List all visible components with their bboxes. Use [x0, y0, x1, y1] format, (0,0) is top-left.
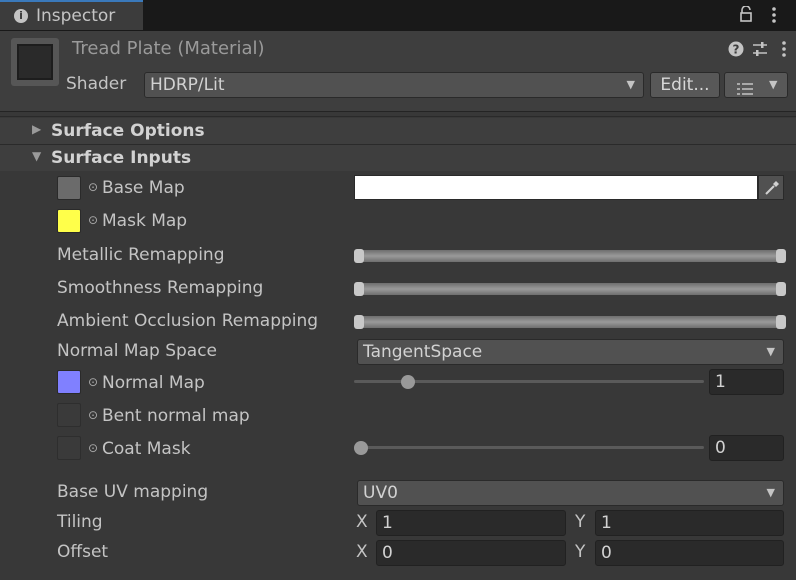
- shader-dropdown[interactable]: HDRP/Lit ▼: [144, 72, 644, 98]
- slider-track: [354, 446, 704, 449]
- offset-y-label: Y: [575, 542, 586, 562]
- chevron-down-icon: ▼: [766, 486, 775, 499]
- object-picker-icon[interactable]: ⊙: [88, 180, 98, 194]
- mask-map-label: Mask Map: [102, 211, 188, 231]
- smoothness-remapping-label: Smoothness Remapping: [57, 278, 264, 298]
- foldout-label: Surface Options: [51, 121, 205, 141]
- base-uv-mapping-label: Base UV mapping: [57, 482, 209, 502]
- chevron-down-icon: ▼: [769, 78, 778, 91]
- base-uv-mapping-dropdown[interactable]: UV0 ▼: [357, 480, 784, 506]
- help-icon[interactable]: ?: [728, 41, 744, 57]
- normal-map-space-label: Normal Map Space: [57, 341, 217, 361]
- bent-normal-texture-slot[interactable]: [57, 403, 81, 427]
- divider: [0, 116, 796, 117]
- normal-map-space-value: TangentSpace: [363, 342, 483, 362]
- object-picker-icon[interactable]: ⊙: [88, 375, 98, 389]
- chevron-down-icon: ▼: [766, 345, 775, 358]
- info-icon: i: [14, 9, 28, 23]
- base-map-label: Base Map: [102, 178, 185, 198]
- coat-mask-label: Coat Mask: [102, 439, 191, 459]
- svg-text:?: ?: [733, 43, 740, 57]
- foldout-label: Surface Inputs: [51, 148, 192, 168]
- material-preview: [11, 38, 59, 86]
- base-color-field[interactable]: [354, 175, 758, 200]
- normal-map-label: Normal Map: [102, 373, 205, 393]
- metallic-remapping-slider[interactable]: [354, 249, 786, 263]
- coat-mask-slider[interactable]: [354, 440, 704, 456]
- chevron-down-icon: ▼: [32, 149, 42, 163]
- tiling-x-input[interactable]: 1: [376, 510, 566, 536]
- coat-mask-texture-slot[interactable]: [57, 436, 81, 460]
- mask-map-texture-slot[interactable]: [57, 209, 81, 233]
- shader-label: Shader: [66, 74, 127, 94]
- shader-value: HDRP/Lit: [150, 75, 225, 95]
- ao-remapping-label: Ambient Occlusion Remapping: [57, 311, 319, 331]
- material-name: Tread Plate (Material): [72, 38, 265, 59]
- base-map-texture-slot[interactable]: [57, 176, 81, 200]
- foldout-surface-inputs[interactable]: ▼ Surface Inputs: [0, 145, 796, 171]
- slider-knob[interactable]: [354, 441, 368, 455]
- tiling-label: Tiling: [57, 512, 103, 532]
- tiling-y-input[interactable]: 1: [595, 510, 784, 536]
- tiling-x-label: X: [356, 512, 368, 532]
- object-picker-icon[interactable]: ⊙: [88, 408, 98, 422]
- ao-remapping-slider[interactable]: [354, 315, 786, 329]
- offset-x-label: X: [356, 542, 368, 562]
- header-kebab-icon[interactable]: [778, 40, 790, 58]
- normal-scale-slider[interactable]: [354, 374, 704, 390]
- tiling-y-label: Y: [575, 512, 586, 532]
- normal-map-texture-slot[interactable]: [57, 370, 81, 394]
- tab-title: Inspector: [36, 6, 116, 26]
- object-picker-icon[interactable]: ⊙: [88, 441, 98, 455]
- chevron-right-icon: ▶: [32, 122, 42, 136]
- normal-scale-input[interactable]: 1: [709, 369, 784, 395]
- kebab-menu-icon[interactable]: [768, 6, 780, 24]
- eyedropper-button[interactable]: [758, 175, 784, 200]
- list-icon: [737, 79, 753, 95]
- offset-label: Offset: [57, 542, 109, 562]
- tab-inspector[interactable]: i Inspector: [0, 0, 143, 30]
- coat-mask-input[interactable]: 0: [709, 435, 784, 461]
- offset-x-input[interactable]: 0: [376, 540, 566, 566]
- settings-sliders-icon[interactable]: [752, 41, 768, 57]
- base-uv-mapping-value: UV0: [363, 483, 398, 503]
- offset-y-input[interactable]: 0: [595, 540, 784, 566]
- bent-normal-label: Bent normal map: [102, 406, 250, 426]
- smoothness-remapping-slider[interactable]: [354, 282, 786, 296]
- chevron-down-icon: ▼: [626, 78, 635, 91]
- foldout-surface-options[interactable]: ▶ Surface Options: [0, 118, 796, 144]
- edit-shader-button[interactable]: Edit...: [650, 72, 720, 98]
- object-picker-icon[interactable]: ⊙: [88, 213, 98, 227]
- lock-icon[interactable]: [739, 5, 753, 22]
- metallic-remapping-label: Metallic Remapping: [57, 245, 225, 265]
- slider-knob[interactable]: [401, 375, 416, 389]
- shader-options-button[interactable]: ▼: [724, 72, 788, 98]
- normal-map-space-dropdown[interactable]: TangentSpace ▼: [357, 339, 784, 365]
- eyedropper-icon: [764, 180, 780, 196]
